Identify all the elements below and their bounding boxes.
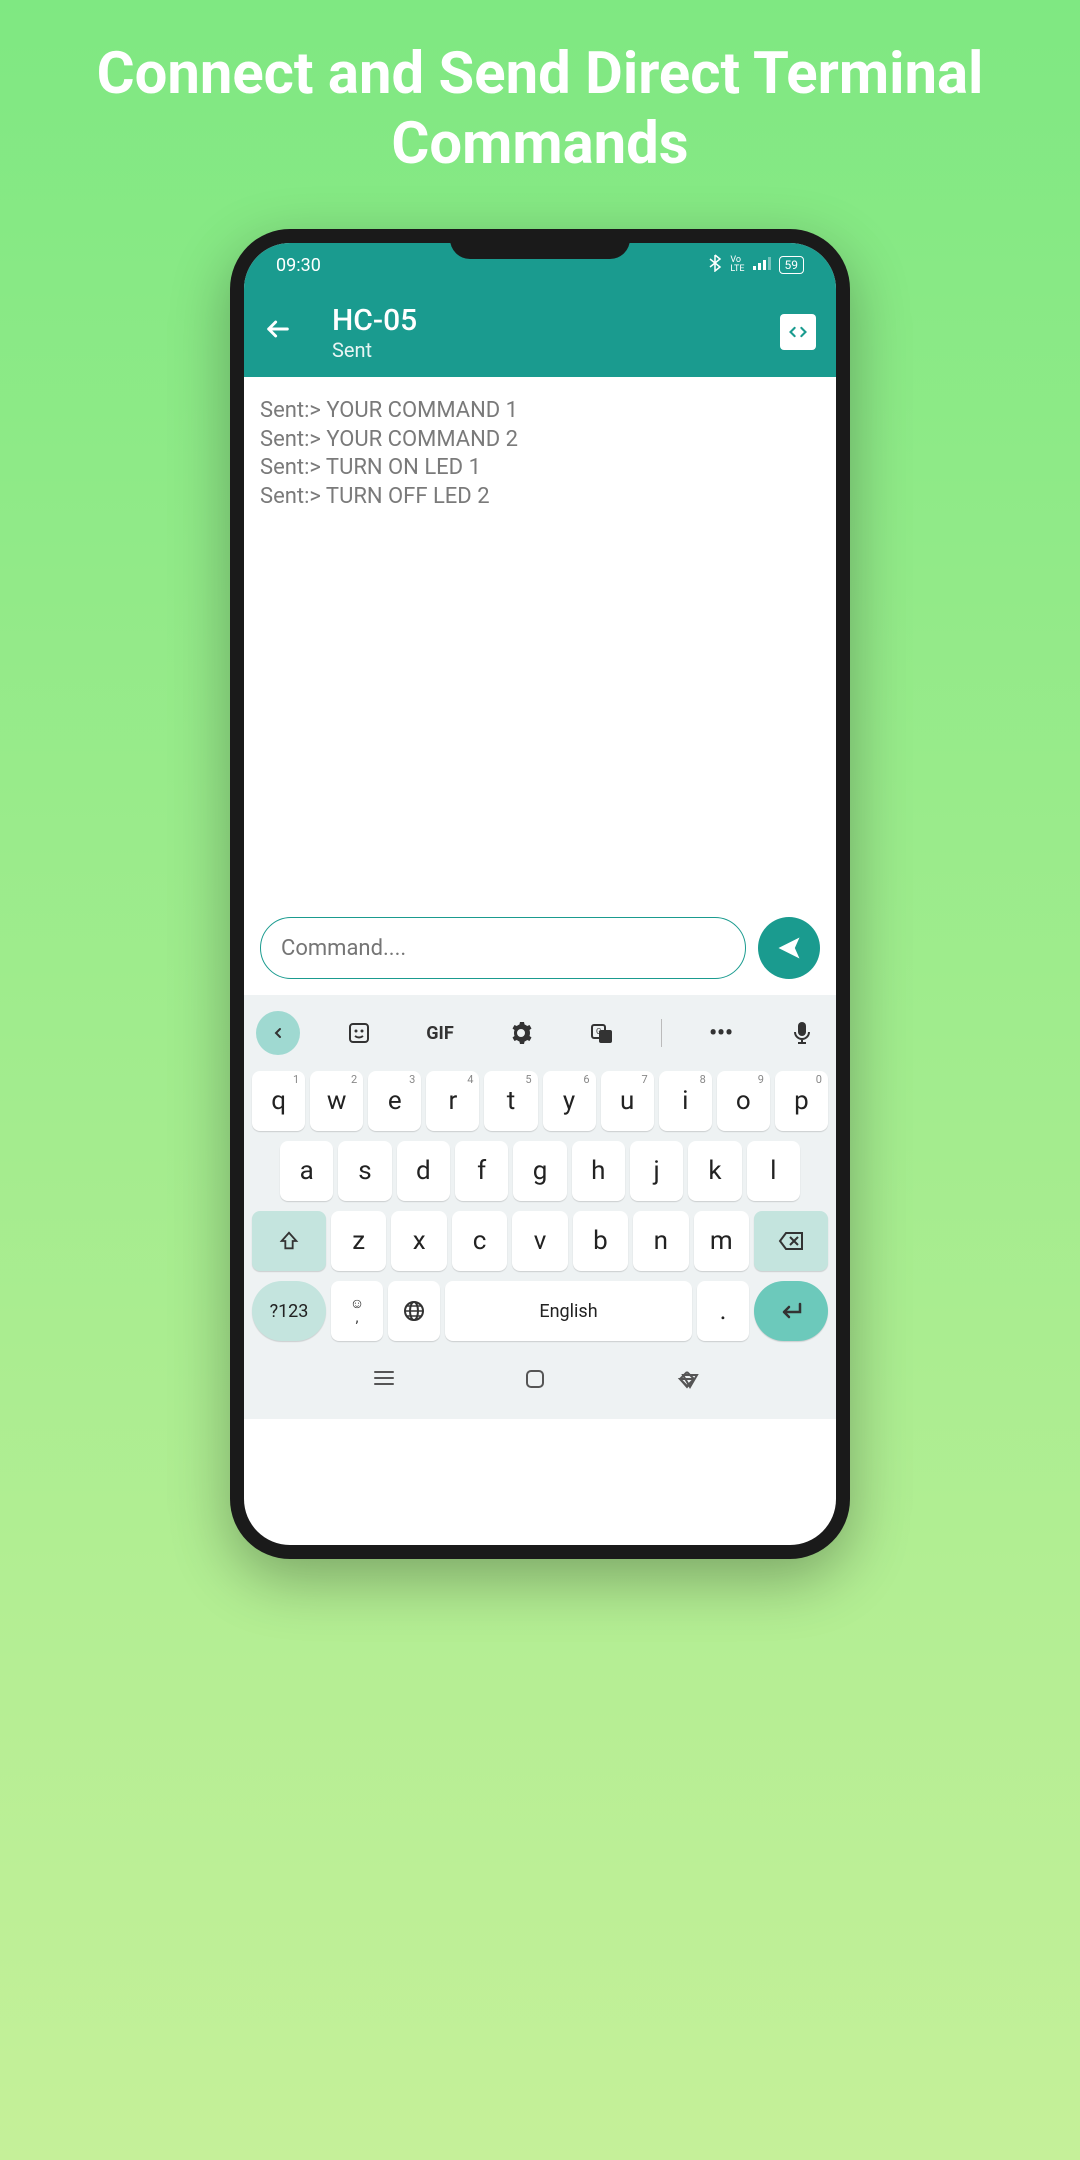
keyboard-toolbar: GIF G ••• bbox=[252, 1003, 828, 1071]
battery-icon: 59 bbox=[779, 256, 805, 274]
key-c[interactable]: c bbox=[452, 1211, 507, 1271]
device-title: HC-05 bbox=[332, 303, 780, 338]
sticker-icon[interactable] bbox=[337, 1011, 381, 1055]
emoji-icon: ☺ bbox=[350, 1297, 364, 1311]
terminal-line: Sent:> YOUR COMMAND 2 bbox=[260, 426, 820, 455]
mic-icon[interactable] bbox=[780, 1011, 824, 1055]
nav-back[interactable] bbox=[677, 1369, 707, 1399]
phone-frame: 09:30 VoLTE 59 HC-05 Sent bbox=[230, 229, 850, 1559]
gear-icon[interactable] bbox=[499, 1011, 543, 1055]
key-symbols[interactable]: ?123 bbox=[252, 1281, 326, 1341]
code-icon[interactable] bbox=[780, 314, 816, 350]
key-s[interactable]: s bbox=[338, 1141, 391, 1201]
key-backspace[interactable] bbox=[754, 1211, 828, 1271]
nav-bar bbox=[252, 1351, 828, 1411]
command-bar bbox=[244, 917, 836, 995]
more-icon[interactable]: ••• bbox=[699, 1011, 743, 1055]
key-row-1: q1 w2 e3 r4 t5 y6 u7 i8 o9 p0 bbox=[252, 1071, 828, 1131]
status-time: 09:30 bbox=[276, 255, 321, 276]
key-v[interactable]: v bbox=[512, 1211, 567, 1271]
status-bar: 09:30 VoLTE 59 bbox=[244, 243, 836, 287]
key-shift[interactable] bbox=[252, 1211, 326, 1271]
key-y[interactable]: y6 bbox=[543, 1071, 596, 1131]
key-e[interactable]: e3 bbox=[368, 1071, 421, 1131]
key-globe[interactable] bbox=[388, 1281, 440, 1341]
status-icons: VoLTE 59 bbox=[708, 254, 804, 276]
comma-label: , bbox=[356, 1311, 359, 1325]
key-n[interactable]: n bbox=[633, 1211, 688, 1271]
key-row-2: a s d f g h j k l bbox=[252, 1141, 828, 1201]
command-input[interactable] bbox=[260, 917, 746, 979]
bluetooth-icon bbox=[708, 254, 722, 276]
key-row-3: z x c v b n m bbox=[252, 1211, 828, 1271]
back-button[interactable] bbox=[264, 313, 292, 351]
key-row-4: ?123 ☺ , English . bbox=[252, 1281, 828, 1341]
keyboard: GIF G ••• q1 w2 bbox=[244, 995, 836, 1419]
svg-text:G: G bbox=[596, 1027, 601, 1036]
key-q[interactable]: q1 bbox=[252, 1071, 305, 1131]
key-f[interactable]: f bbox=[455, 1141, 508, 1201]
terminal-line: Sent:> TURN ON LED 1 bbox=[260, 454, 820, 483]
key-g[interactable]: g bbox=[513, 1141, 566, 1201]
key-w[interactable]: w2 bbox=[310, 1071, 363, 1131]
app-header: HC-05 Sent bbox=[244, 287, 836, 377]
key-o[interactable]: o9 bbox=[717, 1071, 770, 1131]
gif-icon[interactable]: GIF bbox=[418, 1011, 462, 1055]
key-r[interactable]: r4 bbox=[426, 1071, 479, 1131]
keyboard-collapse-icon[interactable] bbox=[256, 1011, 300, 1055]
signal-icon bbox=[753, 256, 771, 274]
key-l[interactable]: l bbox=[747, 1141, 800, 1201]
terminal-line: Sent:> TURN OFF LED 2 bbox=[260, 483, 820, 512]
phone-screen: 09:30 VoLTE 59 HC-05 Sent bbox=[244, 243, 836, 1545]
key-b[interactable]: b bbox=[573, 1211, 628, 1271]
header-text: HC-05 Sent bbox=[332, 303, 780, 362]
device-status: Sent bbox=[332, 338, 780, 362]
terminal-line: Sent:> YOUR COMMAND 1 bbox=[260, 397, 820, 426]
key-p[interactable]: p0 bbox=[775, 1071, 828, 1131]
key-enter[interactable] bbox=[754, 1281, 828, 1341]
key-k[interactable]: k bbox=[688, 1141, 741, 1201]
terminal-log: Sent:> YOUR COMMAND 1 Sent:> YOUR COMMAN… bbox=[244, 377, 836, 917]
key-h[interactable]: h bbox=[572, 1141, 625, 1201]
key-x[interactable]: x bbox=[391, 1211, 446, 1271]
key-a[interactable]: a bbox=[280, 1141, 333, 1201]
key-period[interactable]: . bbox=[697, 1281, 749, 1341]
nav-recent[interactable] bbox=[373, 1369, 403, 1399]
key-u[interactable]: u7 bbox=[601, 1071, 654, 1131]
volte-icon: VoLTE bbox=[730, 256, 744, 274]
key-emoji[interactable]: ☺ , bbox=[331, 1281, 383, 1341]
key-d[interactable]: d bbox=[397, 1141, 450, 1201]
key-space[interactable]: English bbox=[445, 1281, 692, 1341]
promo-title: Connect and Send Direct Terminal Command… bbox=[0, 40, 1080, 179]
translate-icon[interactable]: G bbox=[580, 1011, 624, 1055]
send-button[interactable] bbox=[758, 917, 820, 979]
key-j[interactable]: j bbox=[630, 1141, 683, 1201]
key-i[interactable]: i8 bbox=[659, 1071, 712, 1131]
key-t[interactable]: t5 bbox=[484, 1071, 537, 1131]
nav-home[interactable] bbox=[525, 1369, 555, 1399]
key-z[interactable]: z bbox=[331, 1211, 386, 1271]
key-m[interactable]: m bbox=[694, 1211, 749, 1271]
